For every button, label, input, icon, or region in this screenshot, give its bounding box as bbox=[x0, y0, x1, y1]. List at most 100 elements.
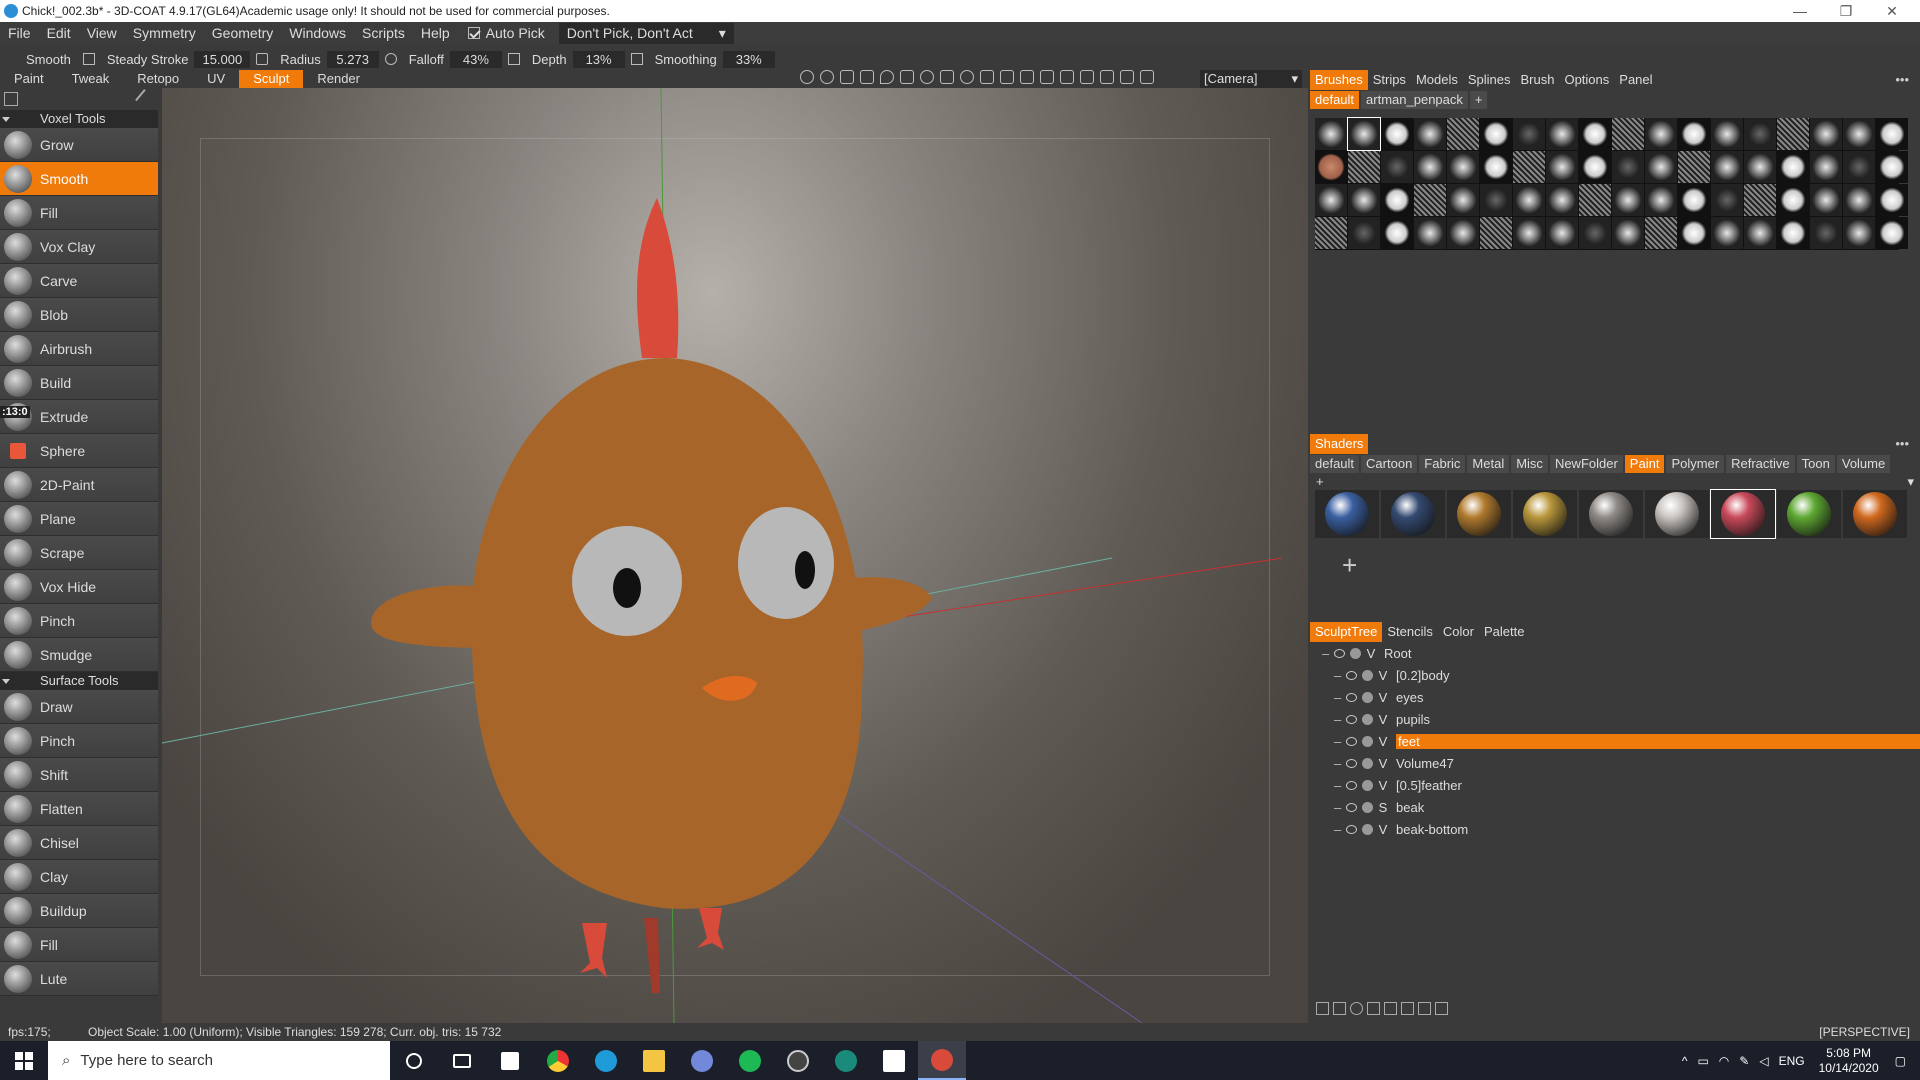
shader-cat-metal[interactable]: Metal bbox=[1467, 455, 1510, 473]
brush-alpha[interactable] bbox=[1678, 118, 1710, 150]
tab-paint[interactable]: Paint bbox=[0, 70, 58, 88]
add-surface-icon[interactable] bbox=[1350, 1002, 1363, 1015]
brush-alpha[interactable] bbox=[1579, 151, 1611, 183]
light-icon[interactable] bbox=[820, 70, 834, 84]
duplicate-icon[interactable] bbox=[1384, 1002, 1397, 1015]
tab-color[interactable]: Color bbox=[1438, 622, 1479, 642]
tree-row-beak-bottom[interactable]: – Vbeak-bottom bbox=[1310, 818, 1920, 840]
tab-render[interactable]: Render bbox=[303, 70, 374, 88]
brush-alpha[interactable] bbox=[1612, 118, 1644, 150]
brush-alpha[interactable] bbox=[1645, 217, 1677, 249]
search-box[interactable]: ⌕ Type here to search bbox=[48, 1041, 390, 1080]
zoom-icon[interactable] bbox=[960, 70, 974, 84]
center-icon[interactable] bbox=[1020, 70, 1034, 84]
brush-alpha[interactable] bbox=[1744, 184, 1776, 216]
tool-sphere[interactable]: Sphere bbox=[0, 434, 158, 468]
shader-cat-volume[interactable]: Volume bbox=[1836, 455, 1891, 473]
tool-smudge[interactable]: Smudge bbox=[0, 638, 158, 672]
pack-default[interactable]: default bbox=[1310, 91, 1360, 109]
brush-alpha[interactable] bbox=[1381, 184, 1413, 216]
ghost-icon[interactable] bbox=[1362, 669, 1373, 681]
smoothing-pen-icon[interactable] bbox=[630, 53, 643, 65]
cube-icon[interactable] bbox=[1060, 70, 1074, 84]
brush-alpha[interactable] bbox=[1711, 217, 1743, 249]
frame-icon[interactable] bbox=[840, 70, 854, 84]
brush-alpha[interactable] bbox=[1777, 217, 1809, 249]
brush-alpha[interactable] bbox=[1414, 118, 1446, 150]
brush-alpha[interactable] bbox=[1315, 118, 1347, 150]
brush-alpha[interactable] bbox=[1546, 217, 1578, 249]
tree-row-beak[interactable]: – Sbeak bbox=[1310, 796, 1920, 818]
shader-swatch[interactable] bbox=[1710, 489, 1776, 539]
task-view-button[interactable] bbox=[438, 1041, 486, 1080]
brush-alpha[interactable] bbox=[1480, 217, 1512, 249]
chrome-button[interactable] bbox=[534, 1041, 582, 1080]
tree-row-body[interactable]: – V [0.2]body bbox=[1310, 664, 1920, 686]
tool-surface-chisel[interactable]: Chisel bbox=[0, 826, 158, 860]
shader-cat-paint[interactable]: Paint bbox=[1624, 455, 1665, 473]
obs-button[interactable] bbox=[774, 1041, 822, 1080]
shading-icon[interactable] bbox=[800, 70, 814, 84]
grid-icon[interactable] bbox=[1080, 70, 1094, 84]
brush-alpha[interactable] bbox=[1414, 151, 1446, 183]
tree-row-feet[interactable]: – Vfeet bbox=[1310, 730, 1920, 752]
brush-alpha[interactable] bbox=[1678, 151, 1710, 183]
tool-smooth[interactable]: Smooth bbox=[0, 162, 158, 196]
smoothing-label[interactable]: Smoothing bbox=[649, 52, 723, 67]
shader-cat-default[interactable]: default bbox=[1310, 455, 1360, 473]
tab-brushes[interactable]: Brushes bbox=[1310, 70, 1368, 90]
brush-alpha[interactable] bbox=[1777, 118, 1809, 150]
more-options-icon[interactable]: ••• bbox=[1890, 70, 1914, 90]
brush-alpha[interactable] bbox=[1348, 184, 1380, 216]
tool-pinch[interactable]: Pinch bbox=[0, 604, 158, 638]
tool-surface-draw[interactable]: Draw bbox=[0, 690, 158, 724]
volume-icon[interactable]: ◁ bbox=[1759, 1054, 1768, 1068]
brush-alpha[interactable] bbox=[1348, 151, 1380, 183]
shader-cat-refractive[interactable]: Refractive bbox=[1726, 455, 1795, 473]
explorer-button[interactable] bbox=[630, 1041, 678, 1080]
tool-surface-pinch[interactable]: Pinch bbox=[0, 724, 158, 758]
collapse-icon[interactable]: – bbox=[1334, 800, 1344, 815]
eye-icon[interactable] bbox=[1334, 648, 1345, 658]
menu-windows[interactable]: Windows bbox=[281, 25, 354, 41]
store-button[interactable] bbox=[486, 1041, 534, 1080]
eye-icon[interactable] bbox=[1346, 714, 1357, 724]
edge-button[interactable] bbox=[582, 1041, 630, 1080]
ghost-icon[interactable] bbox=[1362, 691, 1373, 703]
shader-cat-misc[interactable]: Misc bbox=[1511, 455, 1548, 473]
brush-alpha[interactable] bbox=[1843, 217, 1875, 249]
brush-alpha[interactable] bbox=[1777, 184, 1809, 216]
brush-alpha[interactable] bbox=[1744, 118, 1776, 150]
ghost-icon[interactable] bbox=[1362, 801, 1373, 813]
brush-alpha[interactable] bbox=[1348, 217, 1380, 249]
brush-alpha[interactable] bbox=[1810, 151, 1842, 183]
brush-alpha[interactable] bbox=[1315, 151, 1347, 183]
add-shader-icon[interactable]: + bbox=[1310, 538, 1920, 593]
language-indicator[interactable]: ENG bbox=[1779, 1054, 1805, 1068]
battery-icon[interactable]: ▭ bbox=[1697, 1054, 1708, 1068]
tab-retopo[interactable]: Retopo bbox=[123, 70, 193, 88]
3dcoat-button[interactable] bbox=[918, 1041, 966, 1080]
restore-button[interactable]: ❐ bbox=[1823, 0, 1869, 22]
brush-alpha[interactable] bbox=[1513, 184, 1545, 216]
tree-row-root[interactable]: – V Root bbox=[1310, 642, 1920, 664]
brush-pen-icon[interactable] bbox=[135, 89, 155, 109]
brush-alpha[interactable] bbox=[1612, 184, 1644, 216]
shaders-title[interactable]: Shaders bbox=[1310, 434, 1369, 454]
screenshot-icon[interactable] bbox=[1140, 70, 1154, 84]
eye-icon[interactable] bbox=[1346, 780, 1357, 790]
shader-swatch[interactable] bbox=[1513, 490, 1577, 538]
brush-alpha[interactable] bbox=[1546, 184, 1578, 216]
axis-icon[interactable] bbox=[1100, 70, 1114, 84]
tree-row-volume47[interactable]: – V Volume47 bbox=[1310, 752, 1920, 774]
notifications-icon[interactable]: ▢ bbox=[1895, 1054, 1906, 1068]
brush-alpha[interactable] bbox=[1612, 217, 1644, 249]
tool-fill[interactable]: Fill bbox=[0, 196, 158, 230]
tool-vox-clay[interactable]: Vox Clay bbox=[0, 230, 158, 264]
steady-stroke-checkbox[interactable] bbox=[82, 53, 95, 65]
move-icon[interactable] bbox=[940, 70, 954, 84]
brush-alpha[interactable] bbox=[1876, 217, 1908, 249]
brush-alpha[interactable] bbox=[1381, 151, 1413, 183]
grid-layer-icon[interactable] bbox=[1401, 1002, 1414, 1015]
ghost-icon[interactable] bbox=[1362, 757, 1373, 769]
